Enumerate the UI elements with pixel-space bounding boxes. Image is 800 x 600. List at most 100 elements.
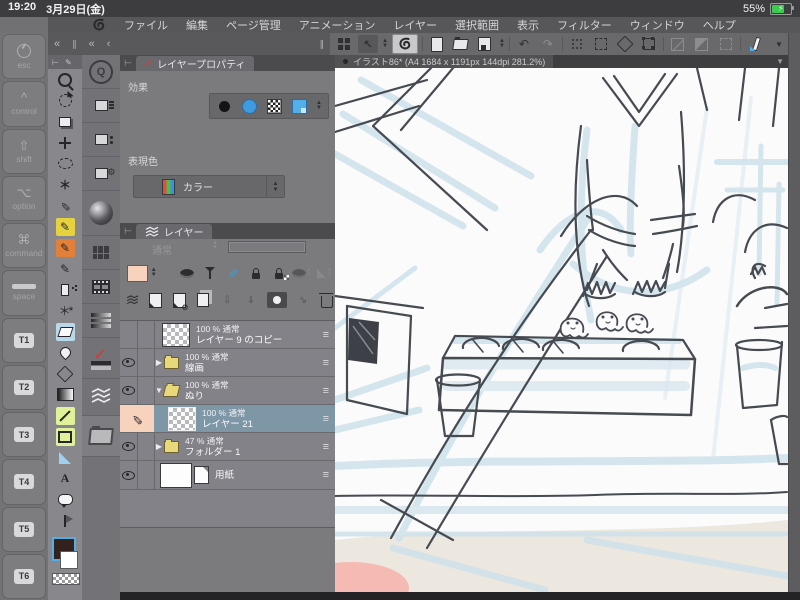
palette-color-spinner[interactable]: ▲ ▼ <box>151 267 157 278</box>
tool-pen[interactable]: ✎ <box>48 216 82 237</box>
canvas-tab-dropdown-icon[interactable]: ▼ <box>776 57 784 66</box>
current-tool-pen-icon[interactable] <box>745 35 765 53</box>
mask-display-icon[interactable] <box>177 265 197 281</box>
lock-layer-icon[interactable] <box>246 265 266 281</box>
menu-help[interactable]: ヘルプ <box>703 17 736 33</box>
eye-icon[interactable] <box>122 358 135 367</box>
undo-icon[interactable]: ↶ <box>514 35 534 53</box>
key-t3[interactable]: T3 <box>2 412 46 458</box>
layer-row-folder1[interactable]: ▶ 47 % 通常 フォルダー 1 ≡ <box>120 433 335 461</box>
tool-fill[interactable] <box>48 363 82 384</box>
menu-animation[interactable]: アニメーション <box>299 17 376 33</box>
layer-menu-icon[interactable]: ≡ <box>323 441 329 453</box>
draft-pencil-icon[interactable]: ✎ <box>223 265 243 281</box>
new-file-icon[interactable] <box>427 35 447 53</box>
navigator-button[interactable] <box>82 191 120 236</box>
key-shift[interactable]: ⇧ shift <box>2 128 46 174</box>
collapse-tools-icon[interactable] <box>54 38 60 50</box>
folder-collapsed-icon[interactable]: ▶ <box>154 442 164 451</box>
collapse-panel-icon[interactable] <box>107 38 111 50</box>
layer-menu-icon[interactable]: ≡ <box>323 357 329 369</box>
key-t6[interactable]: T6 <box>2 553 46 599</box>
collapsed-right-dock[interactable] <box>788 33 800 600</box>
expand-selection-icon[interactable] <box>591 35 611 53</box>
workspace-grid-icon[interactable] <box>334 35 354 53</box>
layer-row-paper[interactable]: 用紙 ≡ <box>120 461 335 490</box>
tool-frame-border[interactable] <box>48 426 82 447</box>
canvas-tab[interactable]: イラスト86* (A4 1684 x 1191px 144dpi 281.2%) <box>335 55 554 68</box>
fill-selection-icon[interactable] <box>615 35 635 53</box>
redo-icon[interactable]: ↷ <box>538 35 558 53</box>
layer-palette-color-swatch[interactable] <box>126 264 148 282</box>
tool-brush[interactable]: ✎ <box>48 258 82 279</box>
new-layer-settings-icon[interactable] <box>171 292 189 312</box>
expression-color-dropdown[interactable]: カラー ▲ ▼ <box>133 175 285 198</box>
key-command[interactable]: ⌘ command <box>2 223 46 269</box>
paper-thumbnail[interactable] <box>160 462 192 488</box>
duplicate-layer-icon[interactable] <box>195 292 211 308</box>
tool-figure[interactable] <box>48 405 82 426</box>
tab-layer[interactable]: レイヤー <box>135 224 212 239</box>
enable-mask-icon[interactable]: ▲ ▼ <box>292 265 312 281</box>
save-file-icon[interactable] <box>475 35 495 53</box>
transparent-color-swatch[interactable] <box>52 573 80 585</box>
tool-balloon[interactable] <box>48 489 82 510</box>
deselect-icon[interactable] <box>567 35 587 53</box>
layer-color-icon[interactable] <box>291 98 307 114</box>
screen-tone-icon[interactable] <box>266 98 282 114</box>
eye-icon[interactable] <box>122 442 135 451</box>
key-option[interactable]: ⌥ option <box>2 175 46 221</box>
clip-studio-home-button[interactable] <box>391 34 418 54</box>
tab-layer-property[interactable]: ✓ レイヤープロパティ <box>135 56 254 71</box>
tool-rotate-canvas[interactable] <box>48 90 82 111</box>
border-effect-icon[interactable] <box>216 98 232 114</box>
layer-list-icon[interactable] <box>126 293 139 307</box>
ruler-range-icon[interactable]: ▲ ▼ <box>315 265 335 281</box>
menu-page[interactable]: ページ管理 <box>226 17 281 33</box>
dock-grip2-icon[interactable] <box>320 38 325 50</box>
file-spinner[interactable]: ▲ ▼ <box>499 38 505 49</box>
menu-file[interactable]: ファイル <box>124 17 168 33</box>
layer-thumbnail[interactable] <box>168 406 196 431</box>
eye-icon[interactable] <box>122 470 135 480</box>
sub-tool-detail-button[interactable] <box>82 123 120 157</box>
delete-layer-icon[interactable] <box>318 292 335 308</box>
selection-border-icon[interactable] <box>716 35 736 53</box>
tool-dropdown-icon[interactable]: ▼ <box>769 35 789 53</box>
expression-spinner[interactable]: ▲ ▼ <box>266 176 284 197</box>
open-file-icon[interactable] <box>451 35 471 53</box>
blend-mode-spinner[interactable]: ▲ ▼ <box>212 240 218 251</box>
layer-row-layer9-copy[interactable]: 100 % 通常 レイヤー 9 のコピー ≡ <box>120 321 335 349</box>
tool-move[interactable] <box>48 132 82 153</box>
sub-tool-button[interactable] <box>82 89 120 123</box>
blend-mode-value[interactable]: 通常 <box>152 242 172 257</box>
key-esc[interactable]: esc <box>2 34 46 80</box>
tool-eyedropper[interactable]: ✎ <box>48 195 82 216</box>
key-space[interactable]: space <box>2 270 46 316</box>
material-button[interactable] <box>82 416 120 457</box>
gradient-set-button[interactable] <box>82 304 120 338</box>
opacity-slider[interactable] <box>228 241 306 253</box>
tool-property-button[interactable] <box>82 157 120 191</box>
color-set-button[interactable] <box>82 236 120 270</box>
touch-gesture-icon[interactable]: ↖ <box>358 35 378 53</box>
tool-operation[interactable] <box>48 510 82 531</box>
pin-mask-icon[interactable] <box>200 265 220 281</box>
tool-airbrush[interactable] <box>48 279 82 300</box>
key-t5[interactable]: T5 <box>2 506 46 552</box>
transform-icon[interactable] <box>639 35 659 53</box>
layer-property-button[interactable] <box>82 338 120 379</box>
menu-edit[interactable]: 編集 <box>186 17 208 33</box>
tool-auto-select[interactable]: ＊ <box>48 174 82 195</box>
tool-ruler[interactable] <box>48 447 82 468</box>
tool-move-page[interactable] <box>48 111 82 132</box>
tool-decoration[interactable]: ＊* <box>48 300 82 321</box>
view-spinner[interactable]: ▲ ▼ <box>382 38 388 49</box>
background-color-swatch[interactable] <box>60 551 78 569</box>
eye-icon[interactable] <box>122 386 135 395</box>
tool-palette-tab-bar[interactable]: ⊢ ✎ <box>48 55 82 69</box>
layer-row-layer21-selected[interactable]: ✎ 100 % 通常 レイヤー 21 ≡ <box>120 405 335 433</box>
lock-alpha-icon[interactable] <box>269 265 290 281</box>
new-layer-icon[interactable] <box>147 292 163 308</box>
tool-text[interactable]: A <box>48 468 82 489</box>
